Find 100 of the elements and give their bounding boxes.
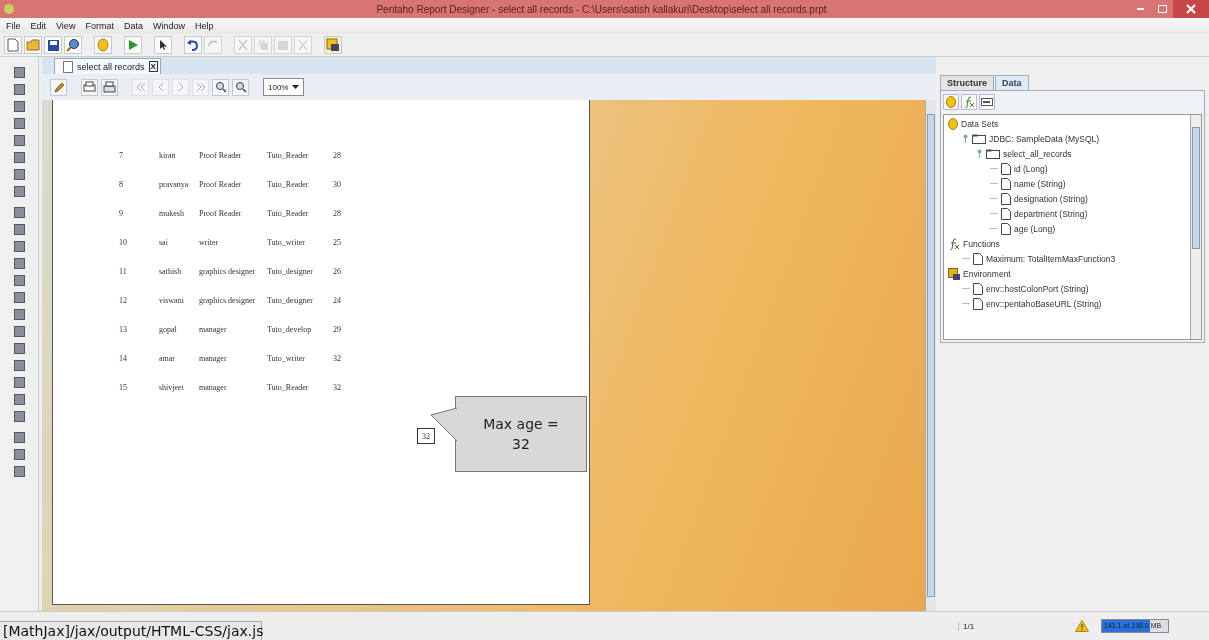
zoom-in-icon[interactable] (212, 78, 229, 96)
tree-item[interactable]: JDBC: SampleData (MySQL) (989, 133, 1100, 144)
report-cell-text: Tuto_designer (267, 267, 314, 276)
report-cell-text: 24 (333, 296, 342, 305)
tree-item[interactable]: env::hostColonPort (String) (986, 283, 1089, 294)
folder-icon (986, 148, 1000, 159)
report-cell-text: manager (199, 325, 228, 334)
document-icon (1001, 177, 1011, 190)
function-icon[interactable] (961, 94, 977, 110)
menu-item[interactable]: Help (194, 21, 214, 31)
panel-tab[interactable]: Structure (940, 75, 994, 90)
report-cell-text: shivjeet (159, 383, 185, 392)
tree-item[interactable]: designation (String) (1014, 193, 1088, 204)
print-icon[interactable] (81, 78, 98, 96)
report-cell-text: 32 (333, 383, 342, 392)
report-cell-text: Proof Reader (199, 209, 243, 218)
tab-close-button[interactable]: X (148, 61, 158, 72)
zoom-dropdown[interactable]: 100% (263, 78, 305, 96)
report-cell-text: manager (199, 354, 228, 363)
report-cell-text: 7 (119, 151, 124, 160)
panel-tab[interactable]: Data (995, 75, 1029, 90)
report-cell-text: 26 (333, 267, 342, 276)
search-icon[interactable] (64, 36, 82, 54)
report-cell-text: pravanya (159, 180, 190, 189)
undo-icon[interactable] (184, 36, 202, 54)
tree-item[interactable]: department (String) (1014, 208, 1088, 219)
pointer-icon[interactable] (154, 36, 172, 54)
max-value-field: 32 (417, 428, 435, 444)
report-cell-text: kiran (159, 151, 177, 160)
save-icon[interactable] (44, 36, 62, 54)
zoom-out-icon[interactable] (232, 78, 249, 96)
document-icon (1001, 162, 1011, 175)
tree-item[interactable]: Maximum: TotalItemMaxFunction3 (986, 253, 1116, 264)
edit-pencil-icon[interactable] (50, 78, 67, 96)
report-cell-text: gopal (159, 325, 178, 334)
database-icon[interactable] (94, 36, 112, 54)
window-title: Pentaho Report Designer - select all records - C:\Users\satish kallakuri\Desktop\select all records.prpt (375, 3, 828, 15)
database-icon (948, 117, 958, 130)
document-icon (63, 60, 73, 73)
menu-item[interactable]: View (56, 21, 76, 31)
tree-item[interactable]: env::pentahoBaseURL (String) (986, 298, 1102, 309)
document-tab-label: select all records (77, 61, 145, 72)
report-cell-text: Proof Reader (199, 151, 243, 160)
document-icon (1001, 222, 1011, 235)
tree-item[interactable]: age (Long) (1014, 223, 1056, 234)
report-cell-text: 25 (333, 238, 342, 247)
folder-icon (972, 133, 986, 144)
close-icon (1186, 4, 1196, 14)
tree-item[interactable]: Environment (963, 268, 1011, 279)
caret-icon (292, 85, 300, 89)
expand-handle-icon[interactable] (976, 149, 983, 158)
browser-status-text: [MathJax]/jax/output/HTML-CSS/jax.js (0, 621, 262, 640)
report-cell-text: Tuto_Reader (267, 151, 310, 160)
menu-item[interactable]: File (6, 21, 21, 31)
menu-item[interactable]: Window (152, 21, 185, 31)
vertical-scrollbar[interactable] (925, 100, 936, 611)
report-cell-text: Tuto_designer (267, 296, 314, 305)
document-icon (973, 282, 983, 295)
report-cell-text: viswani (159, 296, 185, 305)
report-cell-text: amar (159, 354, 176, 363)
close-button[interactable] (1173, 0, 1209, 18)
print-preview-icon[interactable] (101, 78, 118, 96)
parameter-icon[interactable] (979, 94, 995, 110)
menu-item[interactable]: Data (123, 21, 143, 31)
report-cell-text: graphics designer (199, 296, 257, 305)
report-cell-text: 32 (333, 354, 342, 363)
report-cell-text: writer (199, 238, 220, 247)
database-icon[interactable] (943, 94, 959, 110)
tree-item[interactable]: select_all_records (1003, 148, 1072, 159)
report-cell-text: Tuto_develop (267, 325, 313, 334)
report-cell-text: manager (199, 383, 228, 392)
tree-item[interactable]: name (String) (1014, 178, 1066, 189)
report-cell-text: Tuto_Reader (267, 383, 310, 392)
report-cell-text: 14 (119, 354, 128, 363)
report-cell-text: 28 (333, 209, 342, 218)
report-cell-text: 11 (119, 267, 128, 276)
report-icon[interactable] (324, 36, 342, 54)
document-tab[interactable]: select all records X (54, 58, 161, 74)
report-cell-text: mukesh (159, 209, 185, 218)
warning-icon[interactable] (1075, 620, 1089, 632)
tree-item[interactable]: Functions (963, 238, 1000, 249)
environment-icon (948, 267, 960, 280)
expand-handle-icon[interactable] (962, 134, 969, 143)
menu-item[interactable]: Format (85, 21, 114, 31)
report-cell-text: graphics designer (199, 267, 257, 276)
tree-item[interactable]: Data Sets (961, 118, 999, 129)
app-logo-icon (4, 4, 14, 14)
menu-item[interactable]: Edit (30, 21, 47, 31)
document-icon (1001, 207, 1011, 220)
document-icon (1001, 192, 1011, 205)
report-cell-text: sathish (159, 267, 183, 276)
report-cell-text: sai (159, 238, 169, 247)
report-cell-text: 9 (119, 209, 124, 218)
run-icon[interactable] (124, 36, 142, 54)
tree-scrollbar[interactable] (1190, 115, 1201, 339)
tree-item[interactable]: id (Long) (1014, 163, 1048, 174)
document-icon (973, 297, 983, 310)
report-cell-text: 30 (333, 180, 342, 189)
report-cell-text: Tuto_writer (267, 238, 306, 247)
report-cell-text: 28 (333, 151, 342, 160)
